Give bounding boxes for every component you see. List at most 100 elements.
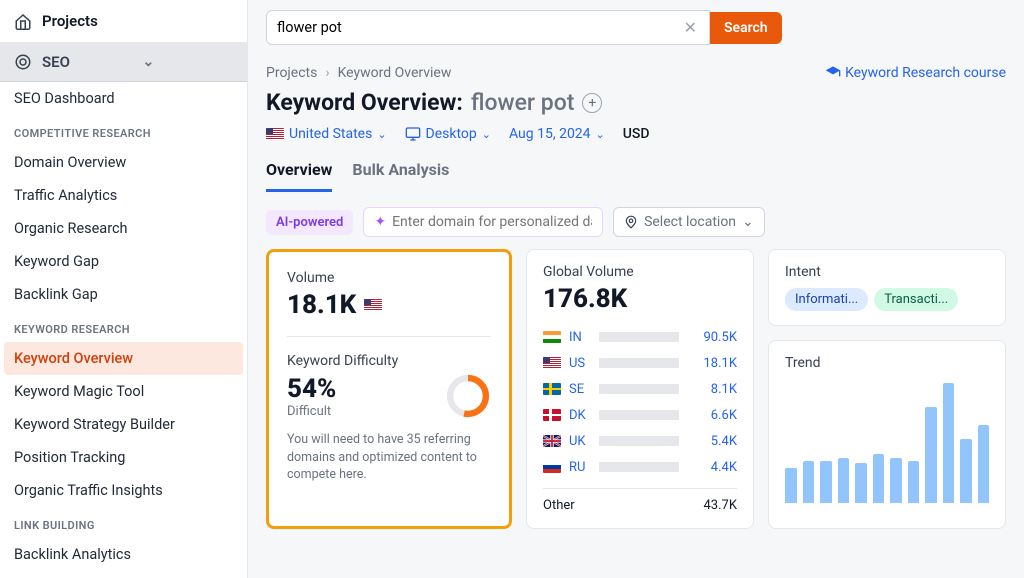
country-volume-value: 8.1K	[687, 382, 737, 397]
trend-bar	[978, 425, 990, 503]
uk-flag-icon	[543, 435, 561, 447]
country-dropdown[interactable]: United States ⌄	[266, 126, 387, 142]
kd-value: 54%	[287, 374, 431, 404]
trend-chart	[785, 383, 989, 503]
sidebar-projects-label: Projects	[42, 12, 98, 30]
sidebar-seo[interactable]: SEO ⌄	[0, 43, 247, 82]
dk-flag-icon	[543, 409, 561, 421]
se-flag-icon	[543, 383, 561, 395]
chevron-down-icon: ⌄	[482, 128, 491, 141]
volume-bar	[599, 332, 679, 342]
sidebar-item-organic-research[interactable]: Organic Research	[0, 212, 247, 245]
ru-flag-icon	[543, 461, 561, 473]
trend-bar	[785, 468, 797, 503]
country-volume-value: 4.4K	[687, 460, 737, 475]
sidebar-item-seo-dashboard[interactable]: SEO Dashboard	[0, 82, 247, 115]
sidebar-item-backlink-gap[interactable]: Backlink Gap	[0, 278, 247, 311]
trend-bar	[803, 461, 815, 503]
country-code: IN	[569, 330, 591, 345]
sparkle-icon: ✦	[374, 214, 386, 230]
trend-label: Trend	[785, 355, 989, 371]
trend-card: Trend	[768, 340, 1006, 529]
sidebar-item-backlink-analytics[interactable]: Backlink Analytics	[0, 538, 247, 571]
add-keyword-button[interactable]: +	[582, 93, 602, 113]
trend-bar	[820, 461, 832, 503]
tab-bulk-analysis[interactable]: Bulk Analysis	[352, 152, 449, 192]
global-volume-item[interactable]: IN 90.5K	[543, 324, 737, 350]
country-volume-value: 90.5K	[687, 330, 737, 345]
chevron-down-icon: ⌄	[596, 128, 605, 141]
sidebar-item-domain-overview[interactable]: Domain Overview	[0, 146, 247, 179]
graduation-cap-icon	[825, 65, 841, 81]
global-volume-item[interactable]: DK 6.6K	[543, 402, 737, 428]
trend-bar	[908, 461, 920, 503]
chevron-down-icon: ⌄	[143, 54, 234, 70]
kd-description: You will need to have 35 referring domai…	[287, 431, 491, 484]
country-code: UK	[569, 434, 591, 449]
trend-bar	[960, 439, 972, 503]
page-title: Keyword Overview:	[266, 89, 463, 116]
us-flag-icon	[266, 128, 284, 140]
sidebar-item-keyword-strategy-builder[interactable]: Keyword Strategy Builder	[0, 408, 247, 441]
country-volume-value: 6.6K	[687, 408, 737, 423]
global-volume-item[interactable]: US 18.1K	[543, 350, 737, 376]
sidebar-item-keyword-overview[interactable]: Keyword Overview	[4, 342, 243, 375]
sidebar-section-link: LINK BUILDING	[0, 507, 247, 538]
trend-bar	[943, 383, 955, 503]
domain-input-wrapper[interactable]: ✦	[363, 207, 603, 237]
sidebar-item-keyword-magic-tool[interactable]: Keyword Magic Tool	[0, 375, 247, 408]
chevron-down-icon: ⌄	[742, 214, 754, 230]
date-dropdown[interactable]: Aug 15, 2024 ⌄	[509, 126, 605, 142]
us-flag-icon	[364, 299, 382, 311]
content: Volume 18.1K Keyword Difficulty 54% Diff…	[248, 249, 1024, 547]
global-volume-item[interactable]: UK 5.4K	[543, 428, 737, 454]
location-dropdown[interactable]: Select location ⌄	[613, 207, 765, 237]
breadcrumb-current: Keyword Overview	[338, 65, 452, 81]
difficulty-donut	[445, 373, 491, 419]
global-volume-item[interactable]: SE 8.1K	[543, 376, 737, 402]
country-code: SE	[569, 382, 591, 397]
other-label: Other	[543, 498, 575, 513]
search-bar: ✕ Search	[248, 0, 1024, 55]
sidebar-section-keyword: KEYWORD RESEARCH	[0, 311, 247, 342]
right-column: Intent Informati... Transacti... Trend	[768, 249, 1006, 529]
country-code: DK	[569, 408, 591, 423]
volume-value: 18.1K	[287, 290, 491, 320]
kd-row: 54% Difficult	[287, 373, 491, 419]
clear-icon[interactable]: ✕	[682, 18, 699, 37]
volume-bar	[599, 410, 679, 420]
country-volume-value: 18.1K	[687, 356, 737, 371]
kd-label: Keyword Difficulty	[287, 353, 491, 369]
global-volume-item[interactable]: RU 4.4K	[543, 454, 737, 480]
global-volume-card: Global Volume 176.8K IN 90.5K US 18.1K S…	[526, 249, 754, 529]
keyword-value: flower pot	[471, 89, 575, 116]
country-volume-value: 5.4K	[687, 434, 737, 449]
ai-powered-badge: AI-powered	[266, 210, 353, 235]
tab-overview[interactable]: Overview	[266, 152, 332, 192]
device-dropdown[interactable]: Desktop ⌄	[405, 126, 491, 142]
search-box[interactable]: ✕	[266, 10, 710, 45]
sidebar-item-backlink-audit[interactable]: Backlink Audit	[0, 571, 247, 578]
intent-informational-badge[interactable]: Informati...	[785, 288, 868, 311]
domain-input[interactable]	[392, 214, 592, 230]
us-flag-icon	[543, 357, 561, 369]
global-volume-list: IN 90.5K US 18.1K SE 8.1K DK 6.6K UK 5.4…	[543, 324, 737, 514]
sidebar-item-traffic-analytics[interactable]: Traffic Analytics	[0, 179, 247, 212]
intent-badges: Informati... Transacti...	[785, 288, 989, 311]
tabs: Overview Bulk Analysis	[248, 152, 1024, 193]
sidebar-item-organic-traffic-insights[interactable]: Organic Traffic Insights	[0, 474, 247, 507]
volume-label: Volume	[287, 270, 491, 286]
sidebar-item-position-tracking[interactable]: Position Tracking	[0, 441, 247, 474]
pin-icon	[624, 215, 638, 229]
breadcrumb-projects[interactable]: Projects	[266, 65, 317, 81]
sidebar-projects[interactable]: Projects	[0, 0, 247, 43]
intent-transactional-badge[interactable]: Transacti...	[874, 288, 958, 311]
volume-bar	[599, 462, 679, 472]
course-link[interactable]: Keyword Research course	[825, 65, 1006, 81]
search-input[interactable]	[277, 19, 682, 36]
other-value: 43.7K	[687, 498, 737, 513]
sidebar-item-keyword-gap[interactable]: Keyword Gap	[0, 245, 247, 278]
search-button[interactable]: Search	[710, 12, 782, 44]
sidebar-seo-label: SEO	[42, 53, 133, 71]
in-flag-icon	[543, 331, 561, 343]
